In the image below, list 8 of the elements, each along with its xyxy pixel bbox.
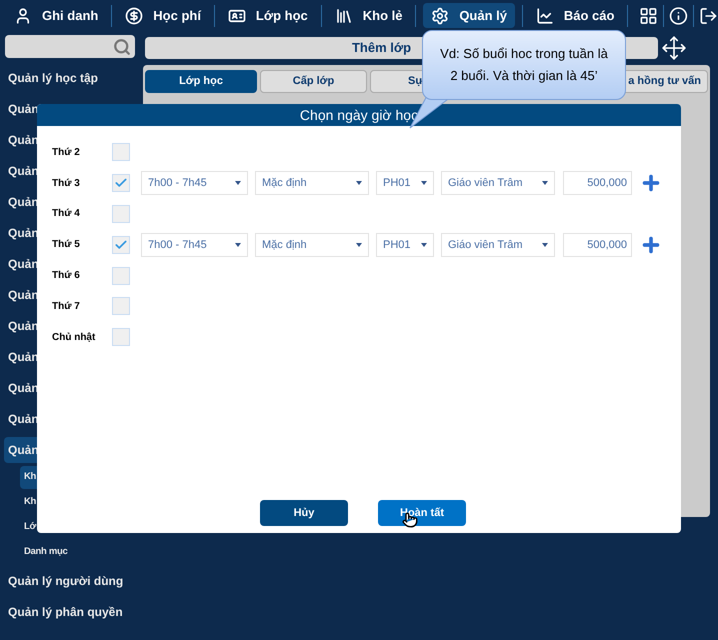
day-label: Thứ 5 [52,238,81,252]
day-label: Thứ 3 [52,176,81,191]
day-label: Thứ 6 [52,269,81,284]
day-label: Thứ 7 [52,300,81,314]
day-label: Thứ 4 [52,207,81,222]
day-label: Thứ 2 [52,146,81,160]
day-label: Chủ nhật [52,330,96,345]
callout-text: 2 buổi. Và thời gian là 45’ [450,67,598,85]
